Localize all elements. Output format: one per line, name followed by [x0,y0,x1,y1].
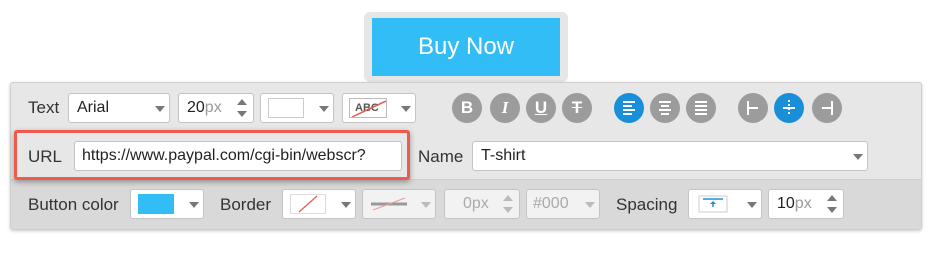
spacing-select[interactable] [688,189,762,219]
button-color-picker[interactable] [130,189,204,219]
border-color-picker[interactable] [282,189,356,219]
position-left-icon [747,101,758,115]
url-input[interactable]: https://www.paypal.com/cgi-bin/webscr? [74,141,402,171]
name-label: Name [418,147,464,166]
border-width-value: 0 [463,195,472,212]
position-left-button[interactable] [738,93,768,123]
border-width-unit: px [471,195,489,212]
align-justify-icon [695,101,707,115]
buy-now-button[interactable]: Buy Now [372,18,560,76]
align-left-icon [623,101,635,115]
italic-button[interactable]: I [490,93,520,123]
font-size-unit: px [204,99,222,116]
spacing-input[interactable]: 10px [768,189,844,219]
name-select[interactable]: T-shirt [472,141,868,171]
decrement-icon[interactable] [503,207,513,213]
spacing-label: Spacing [616,195,678,214]
text-color-swatch [268,98,304,118]
border-color-value: #000 [533,195,569,212]
url-label: URL [28,147,63,166]
text-color-picker[interactable] [260,93,334,123]
strikethrough-icon: T [571,98,583,117]
increment-icon[interactable] [827,195,837,201]
text-label: Text [28,98,60,117]
increment-icon[interactable] [237,99,247,105]
text-shadow-picker[interactable]: ABC [342,93,416,123]
spacing-icon [698,195,728,213]
font-size-stepper[interactable] [237,97,247,119]
no-shadow-slash-icon [351,100,386,117]
position-right-button[interactable] [812,93,842,123]
underline-icon: U [534,98,548,117]
font-value: Arial [77,99,110,116]
align-left-button[interactable] [614,93,644,123]
chevron-down-icon [401,106,411,112]
text-shadow-icon: ABC [349,98,387,118]
bold-icon: B [460,98,474,117]
strikethrough-button[interactable]: T [562,93,592,123]
chevron-down-icon [189,202,199,208]
font-select[interactable]: Arial [68,93,170,123]
align-center-icon [659,101,671,115]
position-center-button[interactable] [774,93,804,123]
font-size-value: 20 [187,99,205,116]
increment-icon[interactable] [503,195,513,201]
border-width-input[interactable]: 0px [444,189,520,219]
chevron-down-icon [853,154,863,160]
align-justify-button[interactable] [686,93,716,123]
italic-icon: I [501,98,509,117]
chevron-down-icon [319,106,329,112]
chevron-down-icon [585,202,595,208]
underline-button[interactable]: U [526,93,556,123]
spacing-unit: px [794,195,812,212]
spacing-stepper[interactable] [827,193,837,215]
decrement-icon[interactable] [237,111,247,117]
position-center-icon [783,100,795,116]
align-center-button[interactable] [650,93,680,123]
chevron-down-icon [341,202,351,208]
bold-button[interactable]: B [452,93,482,123]
button-color-swatch [138,194,174,214]
name-value: T-shirt [481,147,526,164]
chevron-down-icon [155,106,165,112]
url-value: https://www.paypal.com/cgi-bin/webscr? [82,147,366,164]
chevron-down-icon [421,202,431,208]
button-color-label: Button color [28,195,119,214]
no-color-icon [290,194,326,214]
border-width-stepper[interactable] [503,193,513,215]
decrement-icon[interactable] [827,207,837,213]
border-color-input[interactable]: #000 [526,189,600,219]
chevron-down-icon [747,202,757,208]
position-right-icon [822,101,833,115]
border-style-icon [371,197,407,211]
border-style-select[interactable] [362,189,436,219]
border-label: Border [220,195,272,214]
spacing-value: 10 [777,195,795,212]
font-size-input[interactable]: 20px [178,93,254,123]
